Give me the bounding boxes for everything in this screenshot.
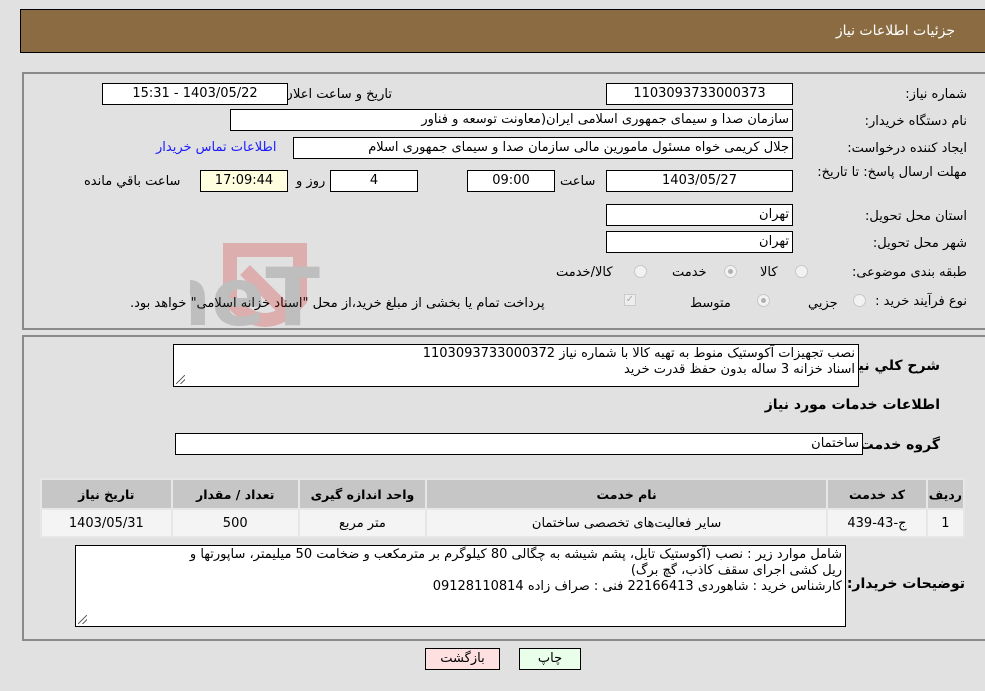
buyer-org-field: سازمان صدا و سیمای جمهوری اسلامی ایران(م…: [230, 109, 793, 131]
treasury-note: پرداخت تمام یا بخشی از مبلغ خرید،از محل …: [130, 296, 545, 311]
services-table: ردیف کد خدمت نام خدمت واحد اندازه گیری ت…: [40, 478, 966, 538]
cell-service-code: ج-43-439: [826, 508, 928, 538]
buyer-notes-line-3: کارشناس خرید : شاهوردی 22166413 فنی : صر…: [432, 579, 842, 594]
col-unit: واحد اندازه گیری: [297, 478, 428, 510]
need-number-field: 1103093733000373: [606, 83, 793, 105]
resize-grip-icon[interactable]: [176, 375, 185, 384]
province-field: تهران: [606, 204, 793, 226]
announce-date-field: 1403/05/22 - 15:31: [102, 83, 288, 105]
remaining-time-label: ساعت باقي مانده: [84, 174, 181, 189]
buyer-notes-line-1: شامل موارد زیر : نصب (آکوستیک تایل، پشم …: [189, 547, 842, 562]
days-label: روز و: [296, 174, 326, 189]
buyer-org-label: نام دستگاه خریدار:: [864, 114, 967, 129]
col-service-code: کد خدمت: [826, 478, 928, 510]
deadline-time-label: ساعت: [560, 174, 596, 189]
category-option-goods-service: کالا/خدمت: [556, 265, 613, 280]
table-row: 1 ج-43-439 سایر فعالیت‌های تخصصی ساختمان…: [40, 508, 966, 538]
buyer-notes-line-2: ریل کشی اجرای سقف کاذب، گچ برگ): [630, 563, 842, 578]
process-option-minor: جزيي: [808, 296, 838, 311]
treasury-checkbox[interactable]: ✓: [624, 294, 636, 306]
city-field: تهران: [606, 231, 793, 253]
col-row-number: ردیف: [925, 478, 966, 510]
cell-quantity: 500: [170, 508, 300, 538]
deadline-time-field: 09:00: [467, 170, 555, 192]
service-group-field: ساختمان: [175, 433, 863, 455]
city-label: شهر محل تحویل:: [872, 236, 967, 251]
page-header: جزئیات اطلاعات نیاز: [20, 9, 985, 53]
description-line-1: نصب تجهیزات آکوستیک منوط به تهیه کالا با…: [422, 346, 855, 361]
back-button[interactable]: بازگشت: [425, 648, 500, 670]
description-line-2: اسناد خزانه 3 ساله بدون حفظ قدرت خرید: [623, 362, 855, 377]
deadline-label: مهلت ارسال پاسخ: تا تاریخ:: [817, 165, 967, 180]
resize-grip-icon[interactable]: [78, 615, 87, 624]
buyer-notes-label: توضیحات خریدار:: [846, 576, 965, 592]
general-description-textarea[interactable]: نصب تجهیزات آکوستیک منوط به تهیه کالا با…: [173, 344, 859, 387]
category-radio-goods-service[interactable]: [634, 265, 647, 278]
category-radio-goods[interactable]: [795, 265, 808, 278]
category-option-service: خدمت: [672, 265, 707, 280]
need-number-label: شماره نیاز:: [905, 87, 967, 102]
services-table-header: ردیف کد خدمت نام خدمت واحد اندازه گیری ت…: [40, 478, 966, 510]
cell-row-number: 1: [925, 508, 966, 538]
deadline-date-field: 1403/05/27: [606, 170, 793, 192]
cell-unit: متر مربع: [297, 508, 428, 538]
print-button[interactable]: چاپ: [519, 648, 581, 670]
buyer-contact-link[interactable]: اطلاعات تماس خریدار: [156, 140, 276, 155]
cell-need-date: 1403/05/31: [40, 508, 173, 538]
days-remaining-field: 4: [330, 170, 418, 192]
process-type-label: نوع فرآیند خرید :: [875, 294, 967, 309]
category-label: طبقه بندی موضوعی:: [851, 265, 967, 280]
services-heading: اطلاعات خدمات مورد نیاز: [764, 397, 940, 413]
buyer-notes-textarea[interactable]: شامل موارد زیر : نصب (آکوستیک تایل، پشم …: [75, 545, 846, 627]
col-quantity: تعداد / مقدار: [170, 478, 300, 510]
page-title: جزئیات اطلاعات نیاز: [835, 23, 955, 39]
process-radio-medium[interactable]: [757, 294, 770, 307]
creator-field: جلال کریمی خواه مسئول مامورین مالی سازما…: [293, 137, 793, 159]
creator-label: ایجاد کننده درخواست:: [847, 141, 967, 156]
service-group-label: گروه خدمت:: [854, 437, 940, 453]
category-option-goods: کالا: [760, 265, 778, 280]
cell-service-name: سایر فعالیت‌های تخصصی ساختمان: [425, 508, 829, 538]
col-service-name: نام خدمت: [425, 478, 829, 510]
category-radio-service[interactable]: [724, 265, 737, 278]
col-need-date: تاریخ نیاز: [40, 478, 173, 510]
province-label: استان محل تحویل:: [865, 209, 967, 224]
process-option-medium: متوسط: [690, 296, 731, 311]
remaining-time-field: 17:09:44: [200, 170, 288, 192]
process-radio-minor[interactable]: [853, 294, 866, 307]
